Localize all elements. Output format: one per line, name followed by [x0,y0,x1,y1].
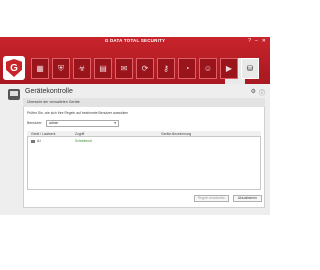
module-virus-protection[interactable]: ⛨ [52,58,70,79]
password-icon: ⚷ [163,63,169,73]
window-controls: ? – ✕ [248,38,266,44]
module-autostart[interactable]: ▶ [220,58,238,79]
refresh-button[interactable]: Aktualisieren [233,195,262,202]
panel-description: Prüfen Sie, wie sich Ihre Regeln auf bes… [27,111,129,115]
edit-rules-button[interactable]: Regeln bearbeiten [194,195,229,202]
tuneup-icon: ◔ [184,63,190,73]
module-firewall[interactable]: ▤ [94,58,112,79]
envelope-icon: ✉ [120,63,128,73]
device-cell: A:\ [31,138,41,144]
gear-icon[interactable]: ⚙ [251,88,256,97]
user-select-value: admin [49,121,59,125]
drive-icon [31,139,35,143]
col-access[interactable]: Zugriff [75,131,84,137]
module-device-control[interactable]: ⛁ [241,58,259,79]
close-button[interactable]: ✕ [262,38,266,44]
biohazard-icon: ☣ [78,63,86,73]
col-device-name[interactable]: Geräte-Bezeichnung [161,131,191,137]
info-icon[interactable]: ⓘ [259,88,265,97]
device-value: A:\ [37,139,42,143]
module-password-manager[interactable]: ⚷ [157,58,175,79]
gdata-logo: G [3,56,25,80]
device-monitor-icon [8,89,20,100]
logo-g-icon: G [6,59,22,77]
autostart-icon: ▶ [225,63,233,73]
parental-icon: ☺ [203,63,213,73]
dashboard-icon: ▦ [36,63,44,73]
window-title: G DATA TOTAL SECURITY [104,38,166,43]
page-title: Gerätekontrolle [25,88,73,95]
device-control-icon: ⛁ [246,63,254,73]
module-bar: ▦ ⛨ ☣ ▤ ✉ ⟳ ⚷ ◔ ☺ ▶ ⛁ [31,58,259,79]
backup-icon: ⟳ [141,63,149,73]
user-label: Benutzer: [27,121,43,125]
module-antivirus[interactable]: ☣ [73,58,91,79]
access-cell: Schreibend [75,139,92,143]
panel-subheader: Übersicht der verwalteten Geräte [23,98,265,107]
user-select[interactable]: admin ▾ [46,120,119,127]
table-row[interactable]: A:\ Schreibend [27,138,261,144]
col-device[interactable]: Gerät / Laufwerk [31,131,55,137]
table-header: Gerät / Laufwerk Zugriff Geräte-Bezeichn… [27,131,261,137]
help-button[interactable]: ? [248,38,251,44]
module-backup[interactable]: ⟳ [136,58,154,79]
module-dashboard[interactable]: ▦ [31,58,49,79]
module-parental-control[interactable]: ☺ [199,58,217,79]
page-tools: ⚙ ⓘ [251,88,265,97]
chevron-down-icon: ▾ [114,121,116,125]
module-mail[interactable]: ✉ [115,58,133,79]
minimize-button[interactable]: – [255,38,258,44]
shield-icon: ⛨ [58,63,64,73]
module-tuner[interactable]: ◔ [178,58,196,79]
firewall-icon: ▤ [99,63,107,73]
